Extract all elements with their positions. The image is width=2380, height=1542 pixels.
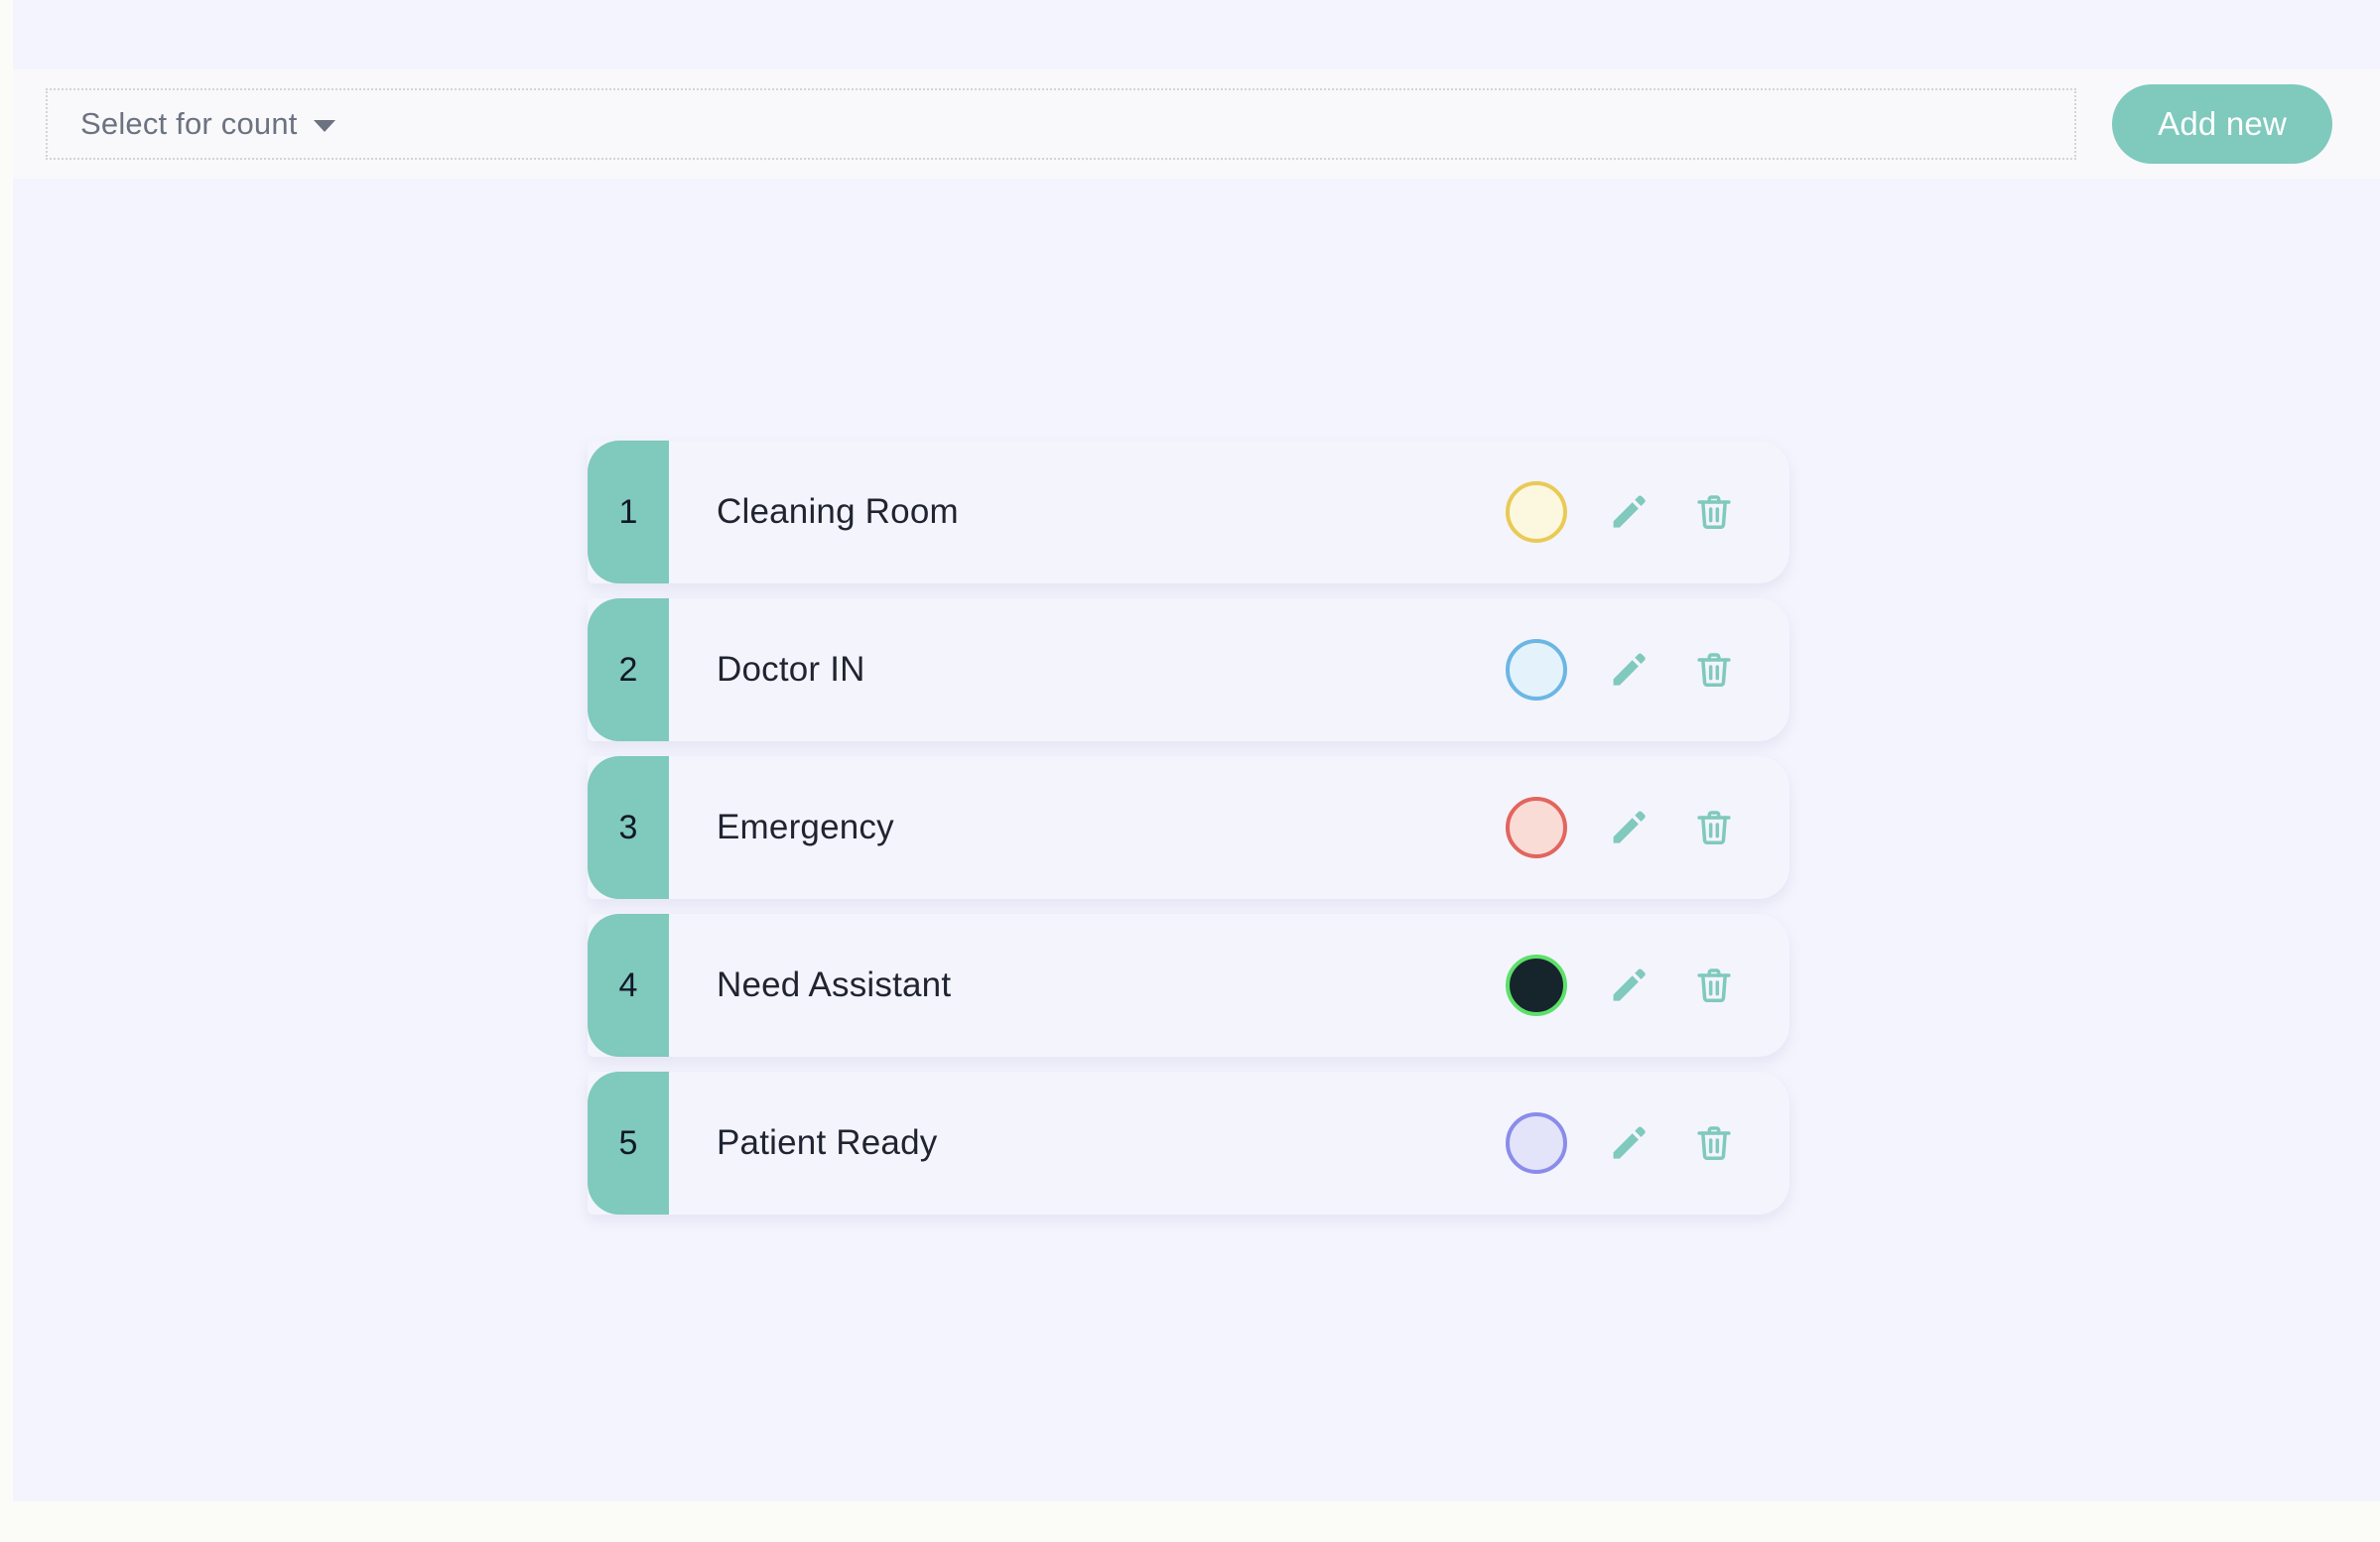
status-list: 1 Cleaning Room 2 Doctor IN 3 Emergency 4 Need … xyxy=(588,441,1789,1215)
row-name: Need Assistant xyxy=(669,914,1506,1057)
row-actions xyxy=(1506,598,1789,741)
row-number-badge: 5 xyxy=(588,1072,669,1215)
select-for-count-label: Select for count xyxy=(80,106,298,141)
row-actions xyxy=(1506,441,1789,583)
row-number-badge: 4 xyxy=(588,914,669,1057)
table-row: 1 Cleaning Room xyxy=(588,441,1789,583)
color-swatch[interactable] xyxy=(1506,639,1567,701)
table-row: 3 Emergency xyxy=(588,756,1789,899)
row-actions xyxy=(1506,1072,1789,1215)
trash-icon[interactable] xyxy=(1690,804,1738,851)
trash-icon[interactable] xyxy=(1690,646,1738,694)
row-number: 3 xyxy=(618,808,638,846)
add-new-button[interactable]: Add new xyxy=(2112,84,2332,164)
row-name-label: Cleaning Room xyxy=(717,492,959,531)
pencil-icon[interactable] xyxy=(1605,488,1653,536)
table-row: 5 Patient Ready xyxy=(588,1072,1789,1215)
row-number-badge: 2 xyxy=(588,598,669,741)
row-name-label: Doctor IN xyxy=(717,650,865,689)
row-number: 4 xyxy=(618,965,638,1004)
row-name: Cleaning Room xyxy=(669,441,1506,583)
color-swatch[interactable] xyxy=(1506,797,1567,858)
row-number: 1 xyxy=(618,492,638,531)
row-number: 5 xyxy=(618,1123,638,1162)
trash-icon[interactable] xyxy=(1690,488,1738,536)
select-for-count-dropdown[interactable]: Select for count xyxy=(46,88,2077,160)
row-number-badge: 1 xyxy=(588,441,669,583)
row-name-label: Patient Ready xyxy=(717,1123,938,1162)
pencil-icon[interactable] xyxy=(1605,1119,1653,1167)
row-name: Emergency xyxy=(669,756,1506,899)
trash-icon[interactable] xyxy=(1690,1119,1738,1167)
table-row: 2 Doctor IN xyxy=(588,598,1789,741)
color-swatch[interactable] xyxy=(1506,1112,1567,1174)
row-actions xyxy=(1506,756,1789,899)
color-swatch[interactable] xyxy=(1506,955,1567,1016)
chevron-down-icon xyxy=(313,120,335,132)
row-name-label: Need Assistant xyxy=(717,965,952,1004)
toolbar: Select for count Add new xyxy=(13,69,2380,179)
pencil-icon[interactable] xyxy=(1605,962,1653,1009)
trash-icon[interactable] xyxy=(1690,962,1738,1009)
pencil-icon[interactable] xyxy=(1605,804,1653,851)
page-root: Select for count Add new 1 Cleaning Room 2… xyxy=(0,0,2380,1542)
row-actions xyxy=(1506,914,1789,1057)
pencil-icon[interactable] xyxy=(1605,646,1653,694)
row-number: 2 xyxy=(618,650,638,689)
table-row: 4 Need Assistant xyxy=(588,914,1789,1057)
row-number-badge: 3 xyxy=(588,756,669,899)
row-name-label: Emergency xyxy=(717,808,894,846)
row-name: Doctor IN xyxy=(669,598,1506,741)
color-swatch[interactable] xyxy=(1506,481,1567,543)
row-name: Patient Ready xyxy=(669,1072,1506,1215)
